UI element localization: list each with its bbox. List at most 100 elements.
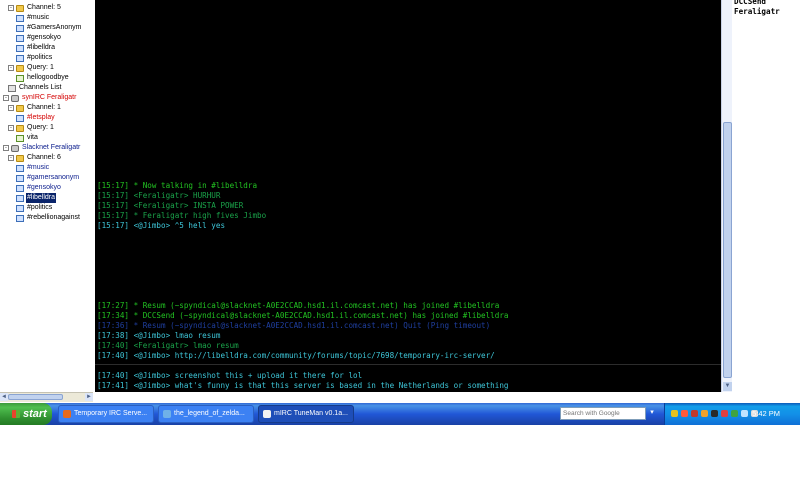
channel-icon	[16, 164, 24, 172]
tray-icon[interactable]	[691, 410, 698, 417]
tree-item-label: Channel: 6	[27, 154, 61, 161]
scroll-left-arrow-icon[interactable]: ◄	[0, 393, 8, 401]
folder-icon	[16, 154, 24, 162]
taskbar-button[interactable]: the_legend_of_zelda...	[158, 405, 254, 423]
tree-item[interactable]: #politics	[16, 53, 53, 63]
taskbar-button[interactable]: mIRC TuneMan v0.1a...	[258, 405, 354, 423]
tree-item[interactable]: #GamersAnonym	[16, 23, 82, 33]
chat-line: [17:40] <@Jimbo> screenshot this + uploa…	[97, 371, 363, 380]
chat-line: [17:34] * DCCSend (~spyndical@slacknet-A…	[97, 311, 509, 320]
system-tray: 5:42 PM	[664, 403, 800, 425]
tree-item[interactable]: hellogoodbye	[16, 73, 70, 83]
taskbar-button-label: the_legend_of_zelda...	[174, 410, 245, 417]
chat-line: [15:17] <Feraligatr> INSTA POWER	[97, 201, 244, 210]
tree-item[interactable]: - Query: 1	[8, 123, 55, 133]
search-dropdown-icon[interactable]: ▾	[648, 409, 656, 417]
tree-item-label: #music	[27, 14, 50, 21]
tray-icon[interactable]	[681, 410, 688, 417]
channel-icon	[16, 184, 24, 192]
tree-item-label: #libelldra	[26, 193, 57, 203]
collapse-toggle-icon[interactable]: -	[8, 155, 14, 161]
channel-icon	[16, 174, 24, 182]
app-icon	[63, 410, 71, 418]
nick-item[interactable]: DCCSend	[734, 0, 766, 7]
chat-line: [17:36] * Resum (~spyndical@slacknet-A0E…	[97, 321, 491, 330]
collapse-toggle-icon[interactable]: -	[8, 5, 14, 11]
chat-line: [15:17] * Feraligatr high fives Jimbo	[97, 211, 267, 220]
tree-item[interactable]: - Channel: 5	[8, 3, 62, 13]
query-icon	[16, 74, 24, 82]
search-input[interactable]	[560, 407, 646, 420]
tree-item[interactable]: #gensokyo	[16, 183, 62, 193]
folder-icon	[16, 4, 24, 12]
chat-line: [17:41] <@Jimbo> what's funny is that th…	[97, 381, 509, 390]
folder-icon	[16, 64, 24, 72]
channel-icon	[16, 54, 24, 62]
channel-icon	[16, 204, 24, 212]
tree-item[interactable]: #gensokyo	[16, 33, 62, 43]
tray-icon[interactable]	[711, 410, 718, 417]
query-icon	[16, 134, 24, 142]
collapse-toggle-icon[interactable]: -	[8, 125, 14, 131]
treebar-horizontal-scrollbar[interactable]: ◄ ►	[0, 392, 93, 402]
tree-item-label: #gensokyo	[27, 34, 61, 41]
server-icon	[11, 94, 19, 102]
collapse-toggle-icon[interactable]: -	[8, 65, 14, 71]
tree-item-label: #gensokyo	[27, 184, 61, 191]
scrollbar-thumb[interactable]	[723, 122, 732, 378]
tree-item[interactable]: #libelldra	[16, 193, 57, 203]
tree-item[interactable]: - synIRC Feraligatr	[3, 93, 77, 103]
tray-icon[interactable]	[701, 410, 708, 417]
tree-item-label: Channel: 1	[27, 104, 61, 111]
folder-icon	[16, 124, 24, 132]
nick-item[interactable]: Feraligatr	[734, 7, 780, 17]
tree-item[interactable]: - Channel: 6	[8, 153, 62, 163]
tree-item[interactable]: - Channel: 1	[8, 103, 62, 113]
tree-item[interactable]: - Slacknet Feraligatr	[3, 143, 81, 153]
tray-icon[interactable]	[671, 410, 678, 417]
tree-item-label: vita	[27, 134, 38, 141]
tree-item-label: #libelldra	[27, 44, 56, 51]
chat-line: [17:27] * Resum (~spyndical@slacknet-A0E…	[97, 301, 500, 310]
tree-item[interactable]: #letsplay	[16, 113, 56, 123]
tree-item-label: #politics	[27, 54, 53, 61]
tray-icon[interactable]	[731, 410, 738, 417]
list-icon	[8, 84, 16, 92]
chat-line: [15:17] * Now talking in #libelldra	[97, 181, 258, 190]
scrollbar-thumb[interactable]	[8, 394, 63, 400]
collapse-toggle-icon[interactable]: -	[3, 145, 9, 151]
tray-icon[interactable]	[721, 410, 728, 417]
folder-icon	[16, 104, 24, 112]
scroll-down-arrow-icon[interactable]: ▼	[723, 382, 732, 391]
scroll-right-arrow-icon[interactable]: ►	[85, 393, 93, 401]
tree-item[interactable]: vita	[16, 133, 39, 143]
chat-window: [15:17] * Now talking in #libelldra [15:1…	[95, 0, 721, 362]
tree-item[interactable]: #music	[16, 163, 50, 173]
tree-item[interactable]: #music	[16, 13, 50, 23]
treebar: - Channel: 5 #music #GamersAnonym #gensokyo #…	[0, 0, 93, 392]
collapse-toggle-icon[interactable]: -	[3, 95, 9, 101]
tree-item[interactable]: #libelldra	[16, 43, 56, 53]
taskbar: start ▾ 5:42 PM Temporary IRC Serve... th…	[0, 403, 800, 425]
collapse-toggle-icon[interactable]: -	[8, 105, 14, 111]
chat-line: [15:17] <Feraligatr> HURHUR	[97, 191, 221, 200]
tree-item-label: #letsplay	[27, 114, 55, 121]
tree-item[interactable]: - Query: 1	[8, 63, 55, 73]
chat-bottom-strip	[95, 392, 726, 401]
tree-item[interactable]: #politics	[16, 203, 53, 213]
taskbar-button[interactable]: Temporary IRC Serve...	[58, 405, 154, 423]
tree-item[interactable]: #rebellionagainst	[16, 213, 81, 223]
start-button[interactable]: start	[0, 403, 52, 425]
tray-icon[interactable]	[741, 410, 748, 417]
tree-item[interactable]: #gamersanonym	[16, 173, 80, 183]
tree-item[interactable]: Channels List	[8, 83, 62, 93]
chat-input-box[interactable]: [17:40] <@Jimbo> screenshot this + uploa…	[95, 364, 721, 393]
channel-icon	[16, 34, 24, 42]
tree-item-label: #GamersAnonym	[27, 24, 82, 31]
channel-icon	[16, 194, 24, 202]
taskbar-button-label: mIRC TuneMan v0.1a...	[274, 410, 348, 417]
channel-icon	[16, 44, 24, 52]
chat-line: [17:40] <@Jimbo> http://libelldra.com/co…	[97, 351, 495, 360]
tree-item-label: hellogoodbye	[27, 74, 69, 81]
server-icon	[11, 144, 19, 152]
